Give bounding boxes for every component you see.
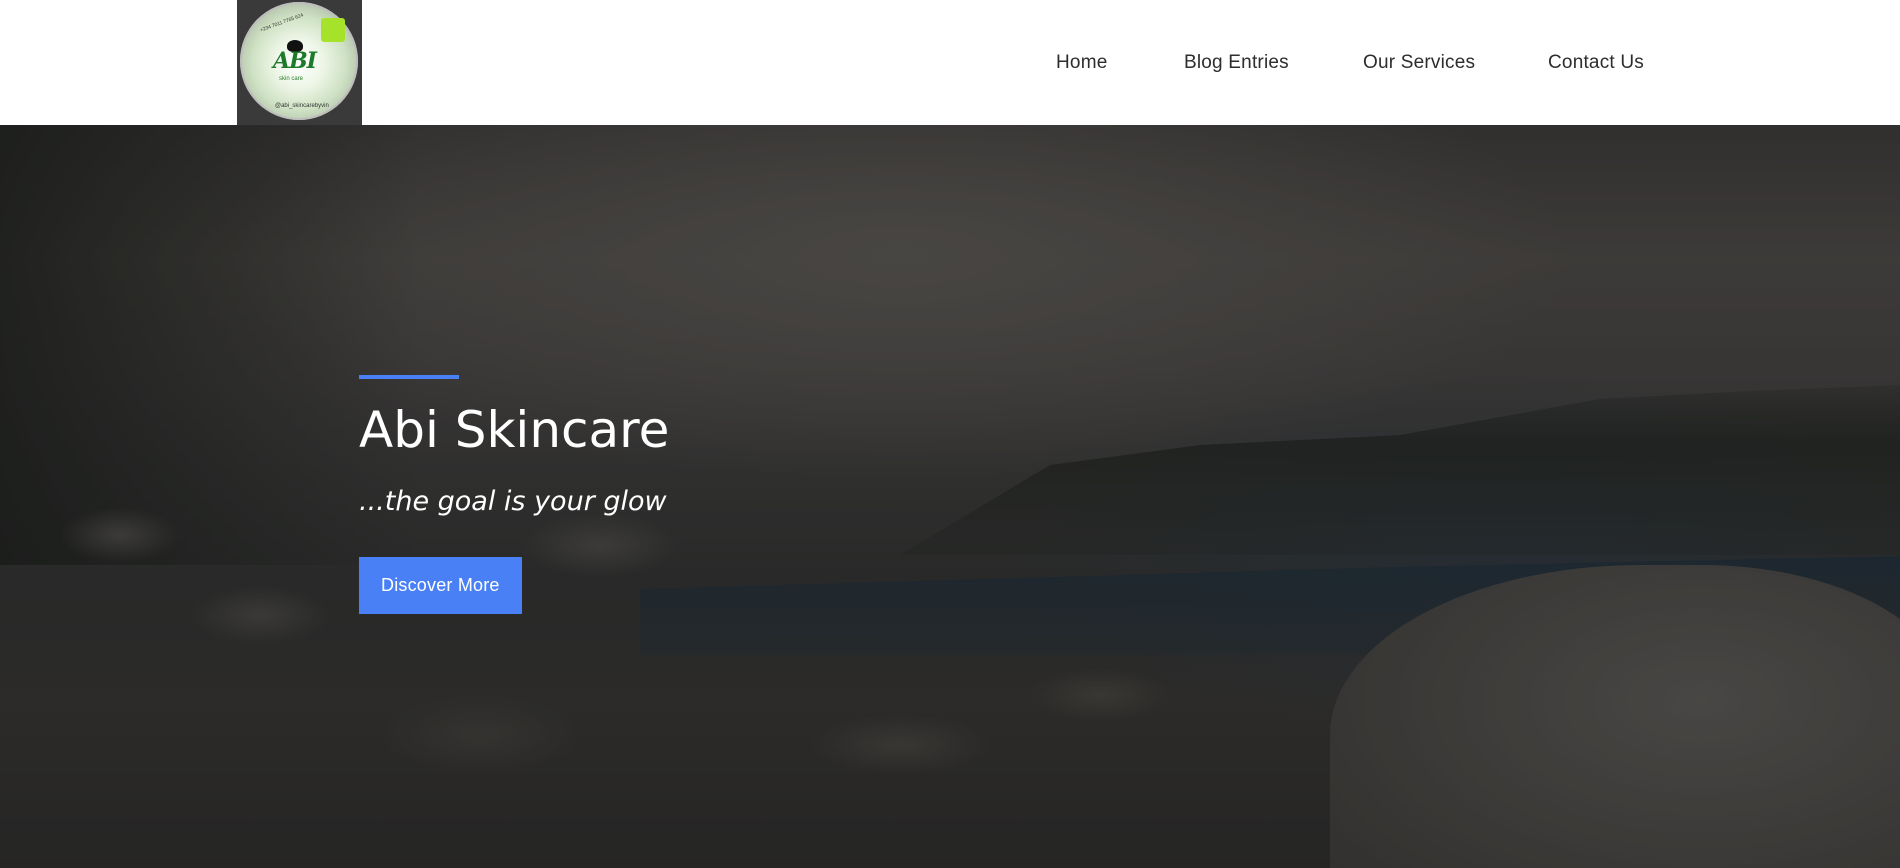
main-nav: Home Blog Entries Our Services Contact U… xyxy=(0,52,1900,74)
site-header: ABI skin care +234 7011 7765 624 @abi_sk… xyxy=(0,0,1900,125)
logo-handle: @abi_skincarebyvin xyxy=(275,103,329,109)
hero-title: Abi Skincare xyxy=(359,401,670,459)
accent-line xyxy=(359,375,459,379)
nav-blog-entries[interactable]: Blog Entries xyxy=(1184,52,1289,74)
logo-tab-shape xyxy=(321,18,345,42)
discover-more-button[interactable]: Discover More xyxy=(359,557,522,614)
hero-section: Abi Skincare ...the goal is your glow Di… xyxy=(0,125,1900,868)
nav-our-services[interactable]: Our Services xyxy=(1363,52,1475,74)
logo-subtext: skin care xyxy=(279,76,304,82)
nav-contact-us[interactable]: Contact Us xyxy=(1548,52,1644,74)
hero-content: Abi Skincare ...the goal is your glow Di… xyxy=(359,375,1059,614)
nav-home[interactable]: Home xyxy=(1056,52,1107,74)
hero-tagline: ...the goal is your glow xyxy=(359,486,667,517)
